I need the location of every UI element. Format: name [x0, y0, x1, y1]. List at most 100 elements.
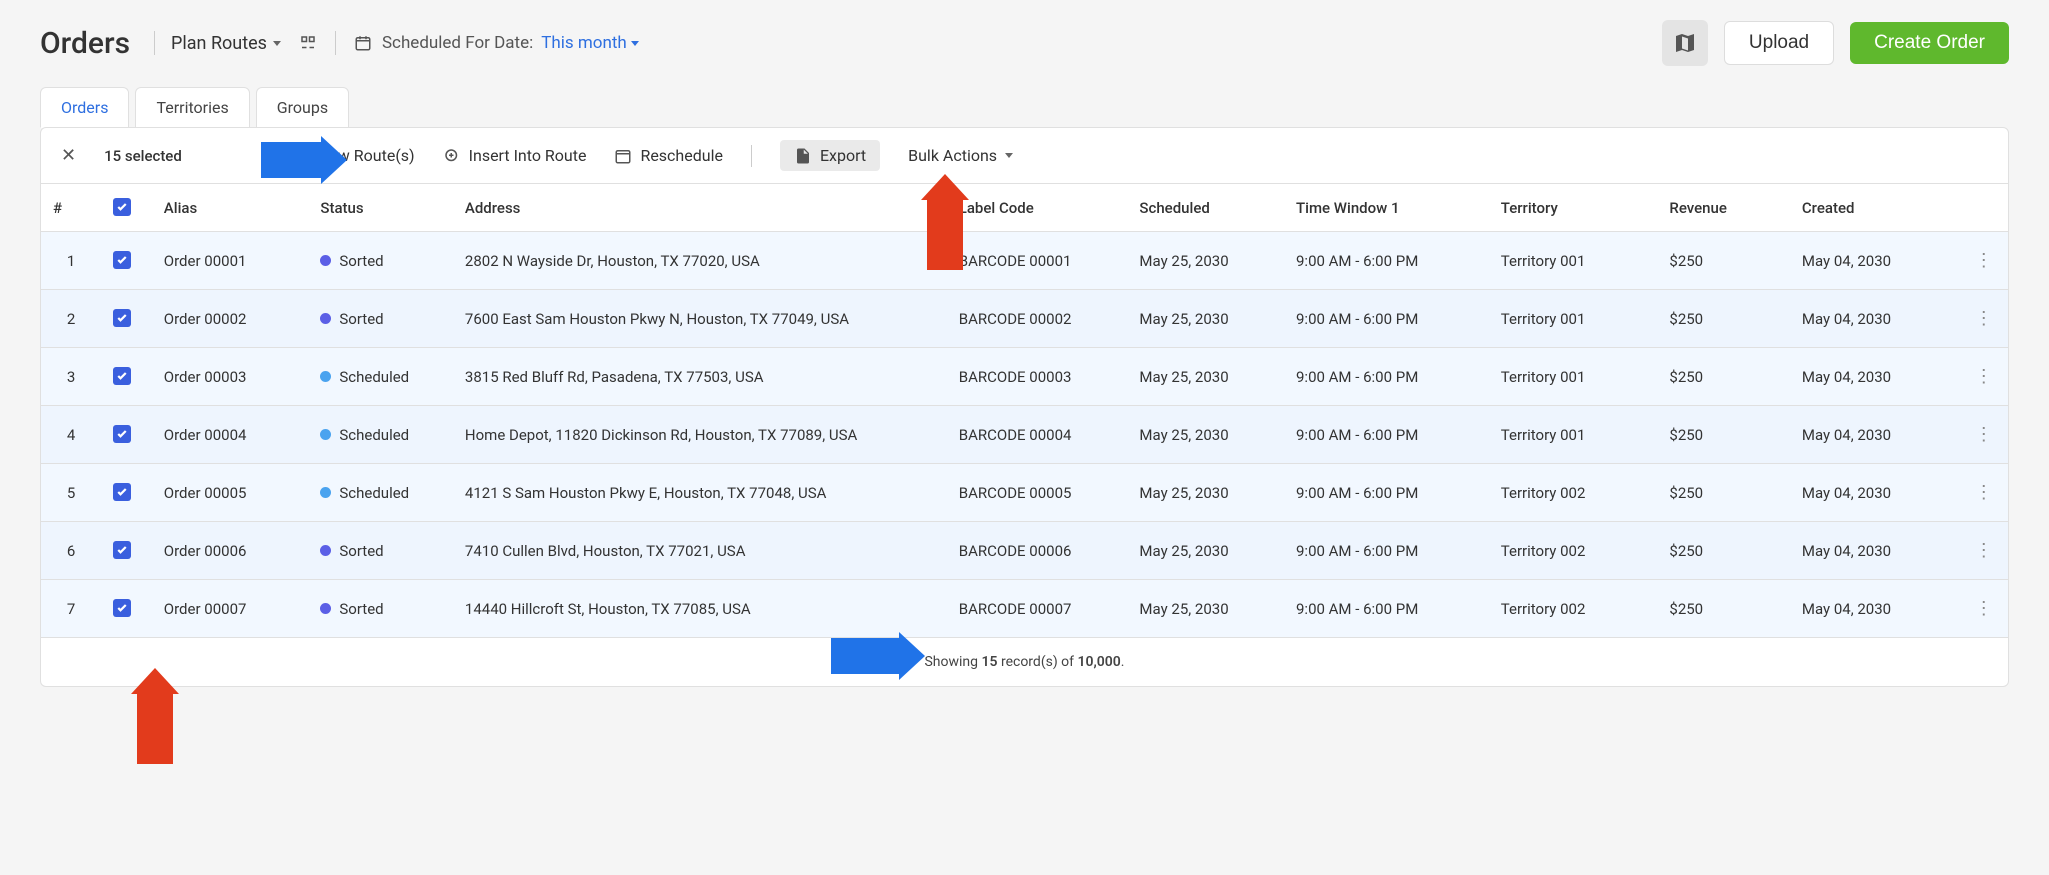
row-alias: Order 00001 [152, 232, 309, 290]
col-select-all[interactable] [101, 184, 152, 232]
bulk-actions-dropdown[interactable]: Bulk Actions [908, 146, 1013, 165]
row-more-icon[interactable]: ⋮ [1975, 540, 1992, 561]
row-time-window: 9:00 AM - 6:00 PM [1284, 464, 1489, 522]
row-address: 7410 Cullen Blvd, Houston, TX 77021, USA [453, 522, 947, 580]
col-created[interactable]: Created [1790, 184, 1959, 232]
scheduled-for-value[interactable]: This month [541, 33, 639, 53]
clear-selection-button[interactable]: ✕ [61, 145, 76, 166]
table-row[interactable]: 6Order 00006Sorted7410 Cullen Blvd, Hous… [41, 522, 2008, 580]
col-address[interactable]: Address [453, 184, 947, 232]
row-revenue: $250 [1657, 290, 1789, 348]
row-number: 5 [41, 464, 101, 522]
table-row[interactable]: 3Order 00003Scheduled3815 Red Bluff Rd, … [41, 348, 2008, 406]
row-label-code: BARCODE 00003 [947, 348, 1128, 406]
insert-into-route-button[interactable]: Insert Into Route [443, 146, 587, 165]
row-label-code: BARCODE 00007 [947, 580, 1128, 638]
table-row[interactable]: 7Order 00007Sorted14440 Hillcroft St, Ho… [41, 580, 2008, 638]
row-scheduled: May 25, 2030 [1127, 348, 1284, 406]
row-created: May 04, 2030 [1790, 290, 1959, 348]
tab-orders[interactable]: Orders [40, 87, 129, 128]
row-alias: Order 00007 [152, 580, 309, 638]
row-more-icon[interactable]: ⋮ [1975, 598, 1992, 619]
row-label-code: BARCODE 00001 [947, 232, 1128, 290]
selection-count: 15 selected [104, 147, 182, 165]
row-label-code: BARCODE 00004 [947, 406, 1128, 464]
row-number: 1 [41, 232, 101, 290]
row-checkbox[interactable] [113, 541, 131, 559]
checkbox-all[interactable] [113, 198, 131, 216]
row-more-icon[interactable]: ⋮ [1975, 250, 1992, 271]
col-territory[interactable]: Territory [1489, 184, 1658, 232]
chevron-down-icon [273, 41, 281, 46]
row-number: 3 [41, 348, 101, 406]
row-checkbox[interactable] [113, 599, 131, 617]
col-time-window[interactable]: Time Window 1 [1284, 184, 1489, 232]
row-created: May 04, 2030 [1790, 464, 1959, 522]
row-territory: Territory 001 [1489, 232, 1658, 290]
row-address: 7600 East Sam Houston Pkwy N, Houston, T… [453, 290, 947, 348]
reschedule-button[interactable]: Reschedule [614, 146, 723, 165]
row-revenue: $250 [1657, 232, 1789, 290]
row-more-icon[interactable]: ⋮ [1975, 482, 1992, 503]
table-row[interactable]: 1Order 00001Sorted2802 N Wayside Dr, Hou… [41, 232, 2008, 290]
table-row[interactable]: 2Order 00002Sorted7600 East Sam Houston … [41, 290, 2008, 348]
row-number: 6 [41, 522, 101, 580]
row-time-window: 9:00 AM - 6:00 PM [1284, 232, 1489, 290]
row-status: Scheduled [320, 484, 441, 502]
col-actions [1959, 184, 2009, 232]
row-alias: Order 00002 [152, 290, 309, 348]
status-dot-icon [320, 429, 331, 440]
table-row[interactable]: 4Order 00004ScheduledHome Depot, 11820 D… [41, 406, 2008, 464]
table-row[interactable]: 5 Order 00005 Scheduled 4121 S Sam Houston … [41, 464, 2008, 522]
scheduled-for-label: Scheduled For Date: [382, 33, 533, 53]
upload-button[interactable]: Upload [1724, 21, 1834, 65]
export-button[interactable]: Export [780, 140, 880, 171]
row-checkbox[interactable] [113, 367, 131, 385]
row-checkbox[interactable] [113, 425, 131, 443]
row-alias: Order 00005 [152, 464, 309, 522]
row-alias: Order 00006 [152, 522, 309, 580]
divider [335, 31, 336, 55]
row-scheduled: May 25, 2030 [1127, 406, 1284, 464]
map-view-button[interactable] [1662, 20, 1708, 66]
col-label-code[interactable]: Label Code [947, 184, 1128, 232]
col-alias[interactable]: Alias [152, 184, 309, 232]
row-scheduled: May 25, 2030 [1127, 580, 1284, 638]
col-revenue[interactable]: Revenue [1657, 184, 1789, 232]
col-scheduled[interactable]: Scheduled [1127, 184, 1284, 232]
row-label-code: BARCODE 00006 [947, 522, 1128, 580]
row-revenue: $250 [1657, 522, 1789, 580]
tab-groups[interactable]: Groups [256, 87, 349, 128]
row-label-code: BARCODE 00005 [947, 464, 1128, 522]
row-scheduled: May 25, 2030 [1127, 232, 1284, 290]
row-more-icon[interactable]: ⋮ [1975, 424, 1992, 445]
col-status[interactable]: Status [308, 184, 453, 232]
row-address: 3815 Red Bluff Rd, Pasadena, TX 77503, U… [453, 348, 947, 406]
row-checkbox[interactable] [113, 251, 131, 269]
status-dot-icon [320, 487, 331, 498]
row-address: 4121 S Sam Houston Pkwy E, Houston, TX 7… [453, 464, 947, 522]
annotation-arrow-blue [261, 136, 347, 184]
row-more-icon[interactable]: ⋮ [1975, 308, 1992, 329]
row-time-window: 9:00 AM - 6:00 PM [1284, 580, 1489, 638]
orders-table: # Alias Status Address Label Code Schedu… [41, 184, 2008, 638]
row-scheduled: May 25, 2030 [1127, 290, 1284, 348]
chevron-down-icon [1005, 153, 1013, 158]
row-alias: Order 00004 [152, 406, 309, 464]
row-territory: Territory 002 [1489, 464, 1658, 522]
divider [751, 145, 752, 167]
tab-territories[interactable]: Territories [135, 87, 249, 128]
row-created: May 04, 2030 [1790, 522, 1959, 580]
row-checkbox[interactable] [113, 483, 131, 501]
new-routes-button[interactable]: w Route(s) [338, 146, 415, 165]
row-territory: Territory 002 [1489, 580, 1658, 638]
row-status: Scheduled [320, 426, 441, 444]
plan-routes-dropdown[interactable]: Plan Routes [171, 33, 281, 54]
row-more-icon[interactable]: ⋮ [1975, 366, 1992, 387]
create-order-button[interactable]: Create Order [1850, 22, 2009, 64]
row-time-window: 9:00 AM - 6:00 PM [1284, 290, 1489, 348]
row-revenue: $250 [1657, 580, 1789, 638]
map-pin-icon[interactable] [297, 32, 319, 54]
row-checkbox[interactable] [113, 309, 131, 327]
row-created: May 04, 2030 [1790, 348, 1959, 406]
